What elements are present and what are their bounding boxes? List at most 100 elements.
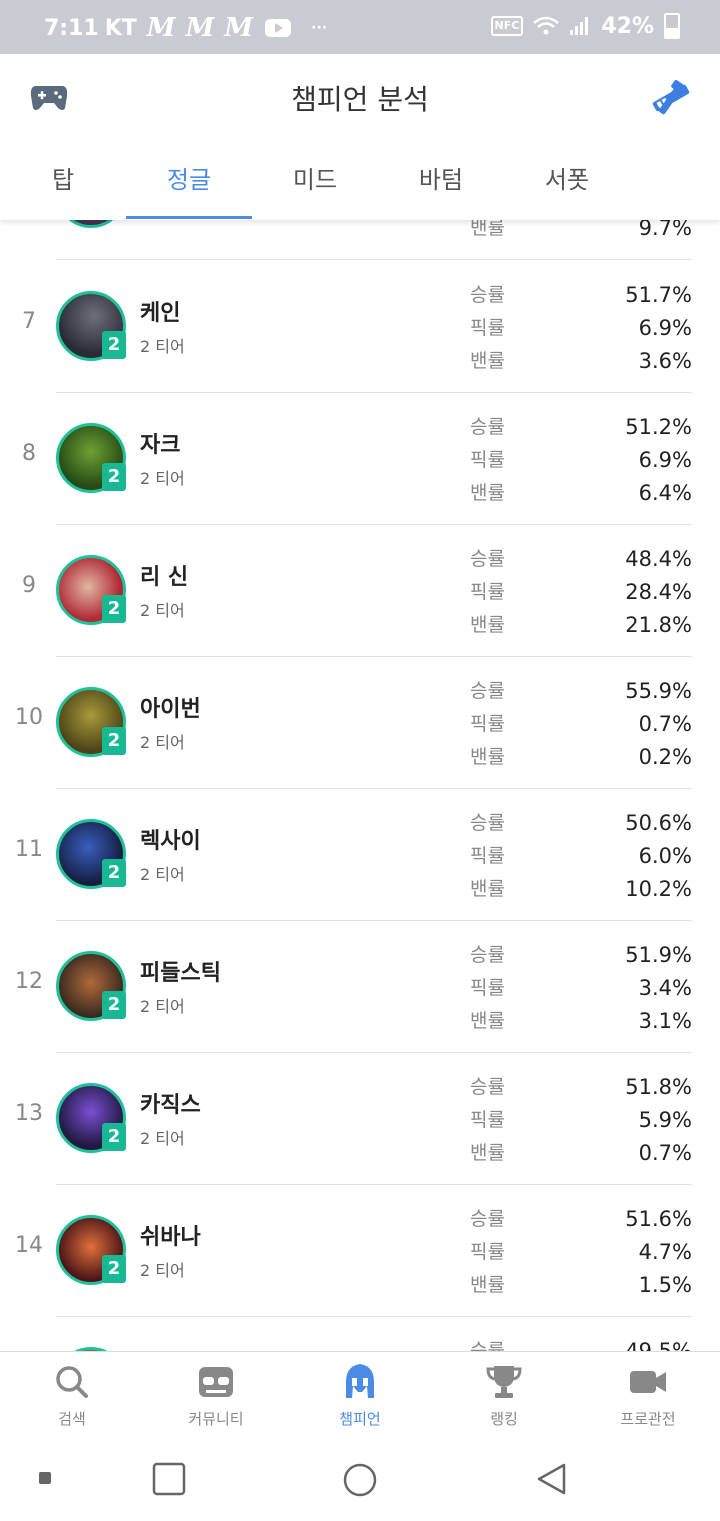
win-rate-label: 승률	[470, 944, 505, 966]
pick-rate-label: 픽률	[470, 317, 505, 339]
battery-percent: 42%	[601, 13, 654, 39]
list-item[interactable]: 13 2 카직스 2 티어 승률 픽률 밴률 51.8% 5.9% 0.7%	[0, 1053, 720, 1185]
nav-champion[interactable]: 챔피언	[288, 1362, 432, 1429]
win-rate-value: 50.6%	[625, 811, 692, 835]
champion-tier: 2 티어	[140, 601, 185, 620]
ban-rate-label: 밴률	[470, 614, 505, 636]
tab-mid[interactable]: 미드	[252, 160, 378, 218]
champion-name: 케인	[140, 301, 181, 326]
app-header: 챔피언 분석	[0, 54, 720, 144]
system-navigation-bar	[0, 1443, 720, 1521]
pick-rate-label: 픽률	[470, 977, 505, 999]
more-notifications-icon: ···	[311, 20, 328, 36]
rank-number: 10	[15, 705, 43, 730]
win-rate-label: 승률	[470, 1340, 505, 1351]
tier-badge: 2	[102, 463, 126, 491]
list-item[interactable]: 7 2 케인 2 티어 승률 픽률 밴률 51.7% 6.9% 3.6%	[0, 261, 720, 393]
champion-name: 카직스	[140, 1093, 201, 1118]
tab-jungle[interactable]: 정글	[126, 160, 252, 219]
recents-dot-icon[interactable]	[38, 1471, 52, 1485]
champion-name: 렉사이	[140, 829, 201, 854]
tier-badge: 2	[102, 595, 126, 623]
stat-labels: 승률 픽률 밴률	[470, 1071, 510, 1170]
stat-labels: 승률 픽률 밴률	[470, 411, 510, 510]
nav-champion-label: 챔피언	[339, 1410, 381, 1428]
win-rate-value: 51.8%	[625, 1075, 692, 1099]
ban-rate-value: 0.7%	[638, 1141, 692, 1165]
rank-number: 14	[15, 1233, 43, 1258]
nav-pro-watch[interactable]: 프로관전	[576, 1362, 720, 1429]
win-rate-label: 승률	[470, 548, 505, 570]
stat-values: 51.8% 5.9% 0.7%	[572, 1071, 692, 1170]
overview-button-icon[interactable]	[152, 1462, 186, 1496]
stat-values: 51.2% 6.9% 6.4%	[572, 411, 692, 510]
tier-badge: 2	[102, 991, 126, 1019]
rank-number: 13	[15, 1101, 43, 1126]
search-icon	[56, 1366, 88, 1398]
trophy-icon	[486, 1366, 522, 1398]
stat-values: 48.4% 28.4% 21.8%	[572, 543, 692, 642]
status-carrier: KT	[104, 15, 137, 41]
list-item[interactable]: 8 2 자크 2 티어 승률 픽률 밴률 51.2% 6.9% 6.4%	[0, 393, 720, 525]
ban-rate-value: 0.2%	[638, 745, 692, 769]
list-item[interactable]: 9 2 리 신 2 티어 승률 픽률 밴률 48.4% 28.4% 21.8%	[0, 525, 720, 657]
status-bar: 7:11 KT M M M ··· NFC 42%	[0, 0, 720, 54]
list-item[interactable]: 승률 49.5%	[0, 1317, 720, 1351]
nav-community-label: 커뮤니티	[188, 1410, 244, 1428]
win-rate-value: 51.7%	[625, 283, 692, 307]
pick-rate-value: 6.9%	[638, 448, 692, 472]
champion-avatar: 2	[56, 687, 126, 757]
champion-avatar: 2	[56, 1083, 126, 1153]
tier-badge: 2	[102, 1255, 126, 1283]
win-rate-value: 51.2%	[625, 415, 692, 439]
list-item[interactable]: 12 2 피들스틱 2 티어 승률 픽률 밴률 51.9% 3.4% 3.1%	[0, 921, 720, 1053]
win-rate-value: 48.4%	[625, 547, 692, 571]
champion-tier: 2 티어	[140, 469, 185, 488]
page-title: 챔피언 분석	[291, 83, 429, 116]
crossed-tools-icon[interactable]	[648, 78, 694, 118]
champion-list[interactable]: 밴률 9.7% 7 2 케인 2 티어 승률 픽률 밴률 51.7% 6.9% …	[0, 220, 720, 1351]
stat-labels: 승률 픽률 밴률	[470, 675, 510, 774]
tab-top[interactable]: 탑	[0, 160, 126, 218]
champion-avatar: 2	[56, 555, 126, 625]
list-item[interactable]: 11 2 렉사이 2 티어 승률 픽률 밴률 50.6% 6.0% 10.2%	[0, 789, 720, 921]
tab-bottom[interactable]: 바텀	[378, 160, 504, 218]
stat-labels: 승률 픽률 밴률	[470, 939, 510, 1038]
list-item[interactable]: 14 2 쉬바나 2 티어 승률 픽률 밴률 51.6% 4.7% 1.5%	[0, 1185, 720, 1317]
win-rate-label: 승률	[470, 284, 505, 306]
win-rate-label: 승률	[470, 416, 505, 438]
champion-avatar: 2	[56, 291, 126, 361]
nav-community[interactable]: 커뮤니티	[144, 1362, 288, 1429]
ban-rate-label: 밴률	[470, 1274, 505, 1296]
champion-name: 쉬바나	[140, 1225, 201, 1250]
champion-name: 자크	[140, 433, 181, 458]
stat-values: 50.6% 6.0% 10.2%	[572, 807, 692, 906]
win-rate-label: 승률	[470, 1076, 505, 1098]
champion-tier: 2 티어	[140, 1129, 185, 1148]
tab-support[interactable]: 서폿	[504, 160, 630, 218]
bottom-navigation: 검색 커뮤니티 챔피언 랭킹 프로관전	[0, 1351, 720, 1444]
home-button-icon[interactable]	[342, 1462, 378, 1498]
list-item[interactable]: 10 2 아이번 2 티어 승률 픽률 밴률 55.9% 0.7% 0.2%	[0, 657, 720, 789]
champion-avatar: 2	[56, 819, 126, 889]
pick-rate-label: 픽률	[470, 581, 505, 603]
position-tabs: 탑 정글 미드 바텀 서폿	[0, 144, 720, 220]
list-item[interactable]: 밴률 9.7%	[0, 220, 720, 260]
rank-number: 9	[22, 573, 36, 598]
signal-icon	[570, 17, 589, 35]
champion-name: 아이번	[140, 697, 201, 722]
win-rate-value: 55.9%	[625, 679, 692, 703]
nav-ranking[interactable]: 랭킹	[432, 1362, 576, 1429]
back-button-icon[interactable]	[534, 1462, 568, 1496]
win-rate-label: 승률	[470, 812, 505, 834]
pick-rate-value: 6.0%	[638, 844, 692, 868]
champion-avatar: 2	[56, 1215, 126, 1285]
rank-number: 7	[22, 309, 36, 334]
ban-rate-label: 밴률	[470, 1010, 505, 1032]
notification-app-icon: M	[224, 13, 254, 43]
video-camera-icon	[630, 1371, 666, 1393]
champion-avatar	[56, 220, 126, 228]
rank-number: 11	[15, 837, 43, 862]
nav-search[interactable]: 검색	[0, 1362, 144, 1429]
row-divider	[56, 259, 692, 260]
